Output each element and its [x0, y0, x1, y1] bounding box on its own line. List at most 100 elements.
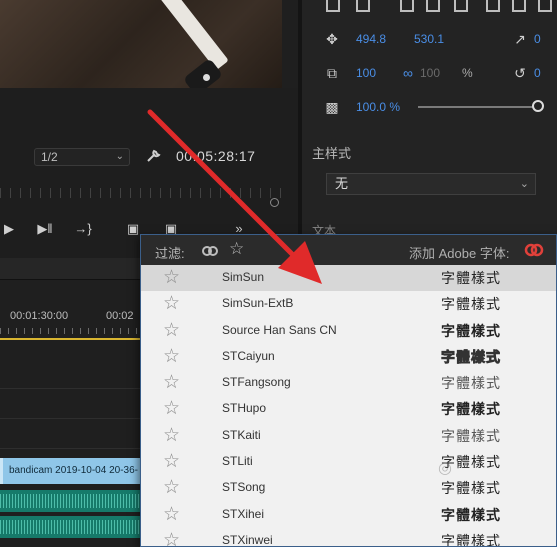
- audio-waveform: [0, 520, 140, 534]
- resolution-select[interactable]: 1/2 ⌄: [34, 148, 130, 166]
- font-list-item[interactable]: ☆ SimSun 字體樣式: [141, 265, 556, 292]
- filter-label: 过滤:: [155, 246, 185, 261]
- track-divider: [0, 388, 140, 389]
- opacity-row: ▩ 100.0 %: [302, 96, 557, 118]
- font-list-item[interactable]: ☆ STFangsong 字體樣式: [141, 370, 556, 396]
- creative-cloud-filter-icon[interactable]: [201, 243, 219, 257]
- anchor-value[interactable]: 0: [534, 32, 541, 46]
- font-name: STHupo: [222, 401, 267, 416]
- font-sample: 字體樣式: [441, 428, 501, 445]
- favorite-star-icon[interactable]: ☆: [163, 424, 180, 448]
- align-horizontal-center-icon[interactable]: [356, 0, 370, 12]
- position-x[interactable]: 494.8: [356, 32, 386, 46]
- ruler-time-1: 00:01:30:00: [10, 310, 69, 322]
- favorite-star-icon[interactable]: ☆: [163, 345, 180, 369]
- align-vertical-center-icon[interactable]: [326, 0, 340, 12]
- font-dropdown-header: 过滤: ☆ 添加 Adobe 字体:: [141, 235, 556, 265]
- link-icon[interactable]: ∞: [400, 65, 416, 81]
- chevron-down-icon: ⌄: [115, 151, 124, 162]
- font-name: STFangsong: [222, 375, 291, 390]
- font-name: Source Han Sans CN: [222, 322, 337, 337]
- font-list-item[interactable]: ☆ STCaiyun 字體樣式: [141, 344, 556, 370]
- position-y[interactable]: 530.1: [414, 32, 444, 46]
- ruler-ticks: [0, 328, 140, 334]
- opacity-slider[interactable]: [418, 106, 536, 108]
- favorite-star-icon[interactable]: ☆: [163, 292, 180, 316]
- scale-row: ⧉ 100 ∞ 100 % ↺ 0: [302, 62, 557, 84]
- favorite-star-icon[interactable]: ☆: [163, 266, 180, 290]
- track-divider: [0, 448, 140, 449]
- wrench-icon[interactable]: [146, 149, 162, 163]
- chevron-down-icon: ⌄: [519, 178, 529, 190]
- font-name: SimSun-ExtB: [222, 296, 294, 311]
- align-left-icon[interactable]: [400, 0, 414, 12]
- audio-clip[interactable]: [0, 516, 140, 538]
- audio-clip[interactable]: [0, 490, 140, 512]
- go-to-out-icon[interactable]: →}: [74, 220, 92, 238]
- font-list-item[interactable]: ☆ STXihei 字體樣式: [141, 502, 556, 528]
- timeline-tab-bar[interactable]: [0, 258, 140, 280]
- favorite-star-icon[interactable]: ☆: [163, 319, 180, 343]
- rotation-icon: ↺: [514, 65, 526, 81]
- font-name: STXihei: [222, 506, 265, 521]
- font-sample: 字體樣式: [441, 376, 501, 393]
- align-bottom-icon[interactable]: [538, 0, 552, 12]
- step-forward-icon[interactable]: ▶‖: [36, 220, 54, 238]
- timeline-ruler[interactable]: 00:01:30:00 00:02: [0, 304, 140, 334]
- font-list-item[interactable]: ☆ STKaiti 字體樣式: [141, 423, 556, 449]
- track-divider: [0, 418, 140, 419]
- align-top-icon[interactable]: [486, 0, 500, 12]
- master-style-select[interactable]: 无 ⌄: [326, 173, 536, 195]
- align-right-icon[interactable]: [454, 0, 468, 12]
- scale-icon: ⧉: [327, 65, 337, 81]
- align-center-icon[interactable]: [426, 0, 440, 12]
- favorite-star-icon[interactable]: ☆: [163, 397, 180, 421]
- rotation-value[interactable]: 0: [534, 66, 541, 80]
- audio-waveform: [0, 494, 140, 508]
- adobe-fonts-cc-icon[interactable]: [523, 242, 545, 258]
- font-family-dropdown: 过滤: ☆ 添加 Adobe 字体: ☆ SimSun 字體樣式 ☆ SimSun-Ex…: [140, 234, 557, 547]
- watermark-logo: ◎: [438, 460, 452, 477]
- favorite-star-icon[interactable]: ☆: [163, 503, 180, 527]
- video-object-dot: [203, 74, 210, 81]
- video-clip[interactable]: bandicam 2019-10-04 20-36-: [0, 458, 140, 484]
- font-list-item[interactable]: ☆ Source Han Sans CN 字體樣式: [141, 318, 556, 344]
- playhead-timecode[interactable]: 00:05:28:17: [176, 148, 255, 164]
- font-name: SimSun: [222, 270, 265, 284]
- opacity-value[interactable]: 100.0 %: [356, 100, 400, 114]
- zoom-handle[interactable]: [270, 198, 279, 207]
- scale-value[interactable]: 100: [356, 66, 376, 80]
- program-monitor-controls: 1/2 ⌄ 00:05:28:17 ▶ ▶‖ →} ▣ ▣ »: [0, 88, 298, 258]
- add-adobe-fonts-label[interactable]: 添加 Adobe 字体:: [409, 243, 509, 262]
- work-area-bar[interactable]: [0, 338, 140, 340]
- align-middle-icon[interactable]: [512, 0, 526, 12]
- opacity-slider-knob[interactable]: [532, 100, 544, 112]
- ruler-time-2: 00:02: [106, 310, 134, 322]
- font-list-item[interactable]: ☆ SimSun-ExtB 字體樣式: [141, 291, 556, 317]
- play-icon[interactable]: ▶: [0, 220, 18, 238]
- favorite-star-icon[interactable]: ☆: [163, 371, 180, 395]
- program-monitor-video[interactable]: [0, 0, 282, 88]
- font-name: STSong: [222, 480, 266, 495]
- position-row: ✥ 494.8 530.1 ↗ 0: [302, 28, 557, 50]
- video-object-stick: [130, 0, 229, 71]
- anchor-icon: ↗: [514, 31, 526, 47]
- essential-graphics-panel: ✥ 494.8 530.1 ↗ 0 ⧉ 100 ∞ 100 % ↺ 0 ▩ 10…: [302, 0, 557, 258]
- opacity-icon: ▩: [325, 99, 339, 115]
- font-sample: 字體樣式: [441, 533, 501, 547]
- favorites-filter-star-icon[interactable]: ☆: [229, 239, 244, 259]
- font-sample: 字體樣式: [441, 402, 501, 419]
- font-list-item[interactable]: ☆ STXinwei 字體樣式: [141, 528, 556, 547]
- favorite-star-icon[interactable]: ☆: [163, 529, 180, 546]
- font-sample: 字體樣式: [441, 507, 501, 524]
- font-name: STCaiyun: [222, 348, 275, 363]
- font-name: STXinwei: [222, 532, 273, 547]
- premiere-workspace: 1/2 ⌄ 00:05:28:17 ▶ ▶‖ →} ▣ ▣ » ✥ 494.8 …: [0, 0, 557, 547]
- favorite-star-icon[interactable]: ☆: [163, 476, 180, 500]
- font-sample: 字體樣式: [441, 297, 501, 314]
- font-list: ☆ SimSun 字體樣式 ☆ SimSun-ExtB 字體樣式 ☆ Source Han S…: [141, 265, 556, 547]
- favorite-star-icon[interactable]: ☆: [163, 450, 180, 474]
- monitor-time-ruler[interactable]: [0, 188, 282, 198]
- font-list-item[interactable]: ☆ STHupo 字體樣式: [141, 396, 556, 422]
- font-name: STLiti: [222, 454, 253, 469]
